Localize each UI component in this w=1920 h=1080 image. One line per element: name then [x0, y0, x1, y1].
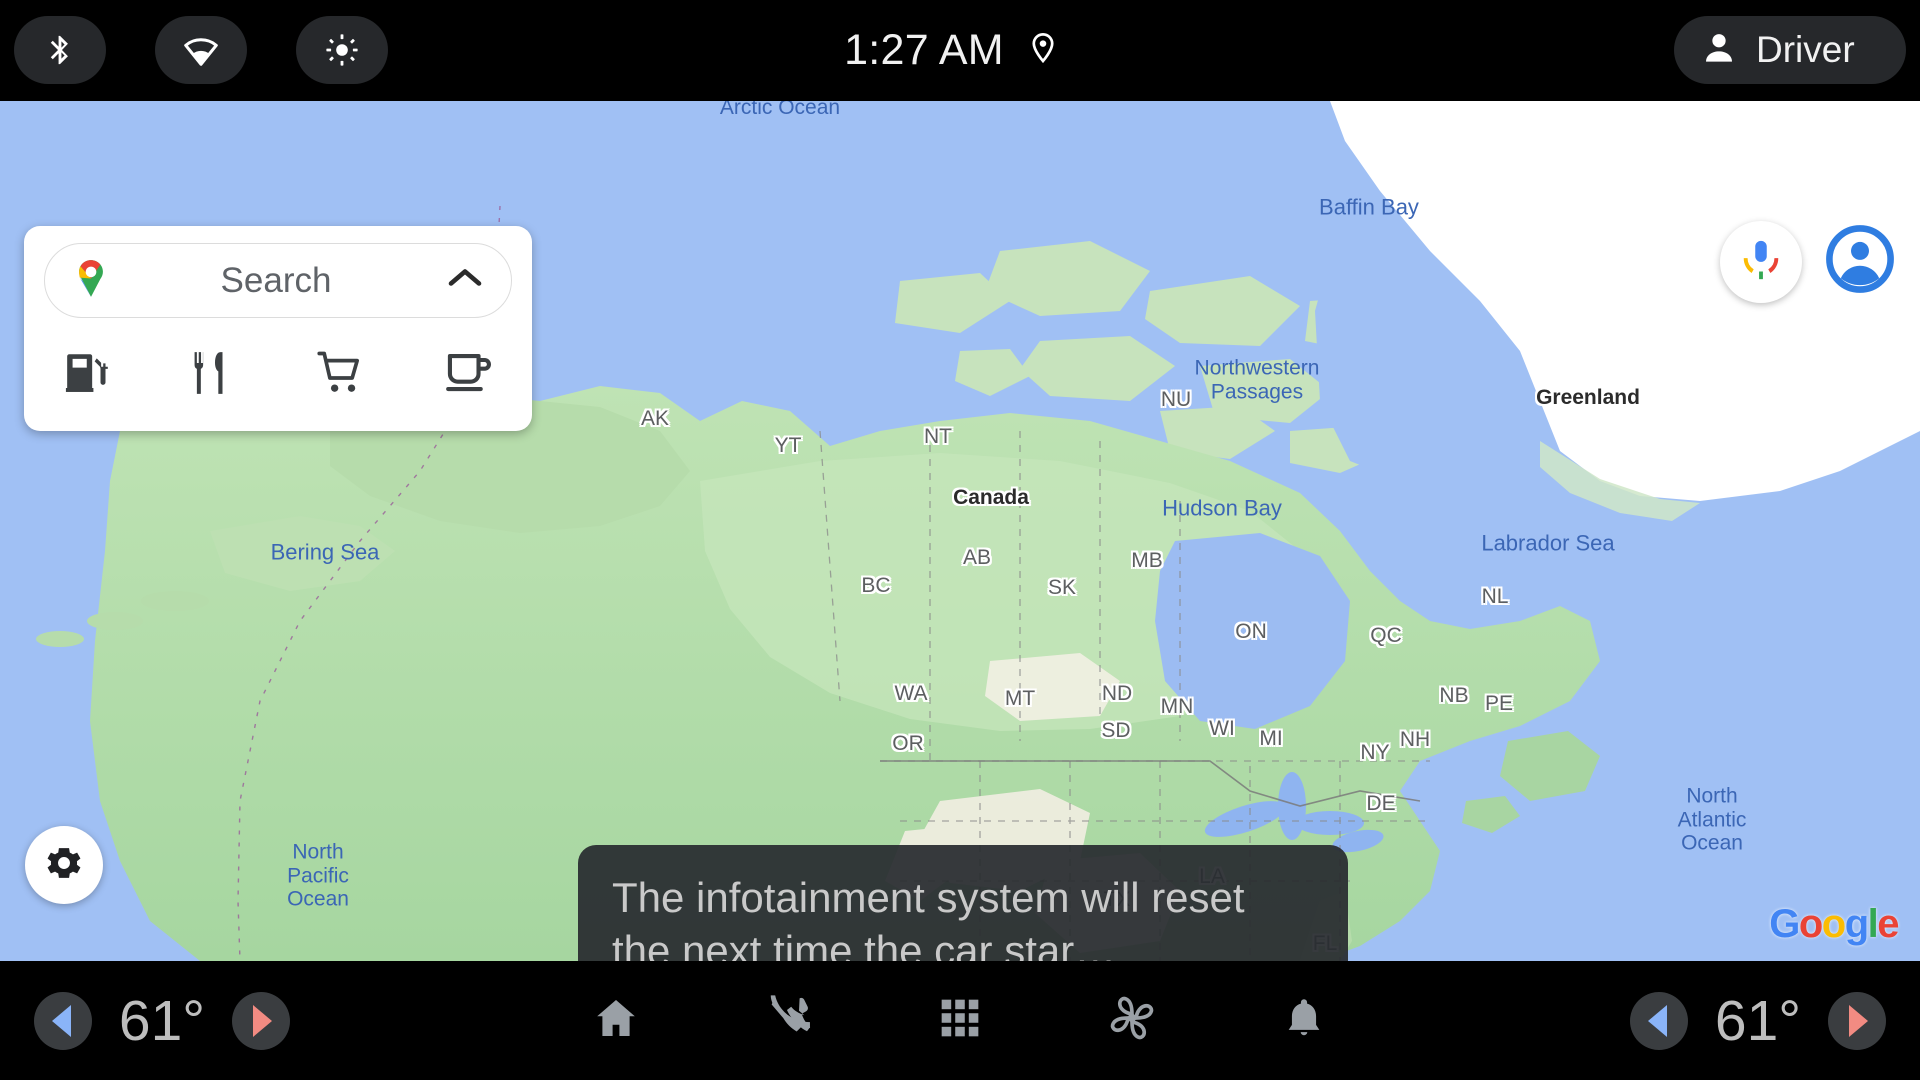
- map-settings-button[interactable]: [25, 826, 103, 904]
- coffee-cup-icon: [443, 347, 495, 404]
- bluetooth-icon: [43, 33, 77, 67]
- category-shortcuts: [24, 329, 532, 421]
- bottom-navigation-bar: 61° 61°: [0, 961, 1920, 1080]
- toast-message: The infotainment system will reset the n…: [612, 874, 1245, 961]
- google-maps-pin-icon: [69, 256, 113, 305]
- infotainment-screen: Arctic Ocean Baffin Bay Greenland Northwest…: [0, 0, 1920, 1080]
- status-bar: 1:27 AM Driver: [0, 0, 1920, 101]
- nav-phone-button[interactable]: [750, 983, 826, 1059]
- home-icon: [592, 994, 640, 1047]
- category-restaurants[interactable]: [151, 329, 278, 421]
- search-input[interactable]: Search: [44, 243, 512, 318]
- apps-grid-icon: [938, 996, 982, 1045]
- brightness-toggle[interactable]: [296, 16, 388, 84]
- gas-pump-icon: [63, 348, 113, 403]
- google-assistant-mic-icon: [1738, 237, 1784, 288]
- passenger-temp-increase-button[interactable]: [1828, 991, 1886, 1050]
- chevron-up-icon[interactable]: [447, 266, 483, 295]
- passenger-temp-decrease-button[interactable]: [1630, 991, 1688, 1050]
- bell-icon: [1281, 995, 1327, 1046]
- phone-icon: [764, 994, 812, 1047]
- location-pin-icon: [1026, 31, 1060, 70]
- brightness-icon: [325, 33, 359, 67]
- person-icon: [1700, 29, 1738, 72]
- nav-apps-button[interactable]: [922, 983, 998, 1059]
- passenger-temp-value: 61°: [1714, 988, 1802, 1053]
- driver-profile-label: Driver: [1756, 29, 1855, 70]
- search-placeholder-label: Search: [220, 260, 332, 300]
- fork-knife-icon: [190, 348, 240, 403]
- passenger-climate-control: 61°: [1630, 961, 1886, 1080]
- triangle-right-icon: [1849, 1004, 1868, 1037]
- account-circle-icon: [1824, 223, 1896, 300]
- wifi-toggle[interactable]: [155, 16, 247, 84]
- clock-label: 1:27 AM: [844, 26, 1004, 74]
- category-gas-station[interactable]: [24, 329, 151, 421]
- driver-profile-button[interactable]: Driver: [1674, 16, 1906, 84]
- clock-group: 1:27 AM: [0, 0, 1920, 101]
- assistant-mic-button[interactable]: [1720, 221, 1802, 303]
- wifi-icon: [183, 32, 219, 68]
- fan-icon: [1106, 992, 1158, 1049]
- triangle-left-icon: [1648, 1004, 1667, 1037]
- nav-home-button[interactable]: [578, 983, 654, 1059]
- google-watermark: Google: [1769, 902, 1899, 946]
- nav-climate-button[interactable]: [1094, 983, 1170, 1059]
- search-card: Search: [24, 226, 532, 431]
- gear-icon: [43, 842, 85, 889]
- nav-notifications-button[interactable]: [1266, 983, 1342, 1059]
- account-avatar-button[interactable]: [1820, 221, 1900, 301]
- toast-notification: The infotainment system will reset the n…: [578, 845, 1348, 961]
- bluetooth-toggle[interactable]: [14, 16, 106, 84]
- category-groceries[interactable]: [278, 329, 405, 421]
- map-view[interactable]: Arctic Ocean Baffin Bay Greenland Northwest…: [0, 101, 1920, 961]
- shopping-cart-icon: [316, 347, 368, 404]
- category-coffee[interactable]: [405, 329, 532, 421]
